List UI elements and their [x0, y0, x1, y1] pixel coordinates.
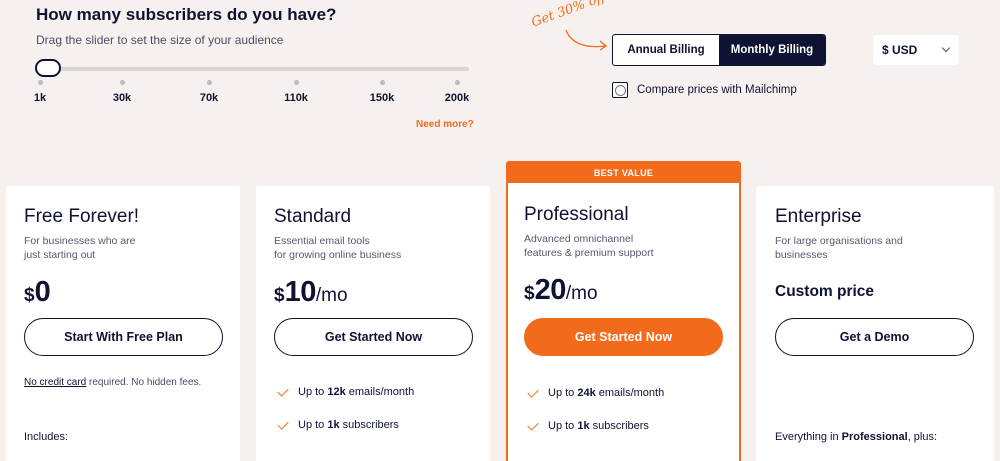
- plan-title: Free Forever!: [24, 206, 140, 227]
- slider-tick-dot: [380, 80, 385, 85]
- compare-mailchimp-label[interactable]: Compare prices with Mailchimp: [637, 84, 797, 96]
- check-icon: [277, 384, 289, 397]
- annual-billing-option[interactable]: Annual Billing: [613, 35, 719, 65]
- promo-arrow-icon: [565, 29, 608, 51]
- slider-tick-dot: [455, 80, 460, 85]
- plan-description: For large organisations and businesses: [775, 235, 903, 261]
- plan-price: $0: [24, 276, 51, 308]
- plan-feature: Up to 12k emails/month: [277, 384, 414, 398]
- billing-toggle[interactable]: Annual Billing Monthly Billing: [612, 34, 826, 66]
- slider-tick-label: 200k: [444, 92, 470, 104]
- plan-title: Enterprise: [775, 206, 862, 227]
- slider-tick-dot: [207, 80, 212, 85]
- slider-tick-label: 110k: [284, 92, 308, 104]
- slider-tick-label: 1k: [33, 92, 47, 104]
- chevron-down-icon: [941, 43, 951, 53]
- plan-price: $10/mo: [274, 276, 348, 308]
- subscribers-heading: How many subscribers do you have?: [36, 5, 337, 24]
- no-credit-card-link[interactable]: No credit card: [24, 377, 86, 388]
- slider-tick-label: 70k: [199, 92, 219, 104]
- includes-heading: Everything in Professional, plus:: [775, 431, 938, 443]
- plan-description: For businesses who are just starting out: [24, 235, 136, 261]
- get-started-standard-button[interactable]: Get Started Now: [274, 318, 473, 356]
- compare-mailchimp-checkbox[interactable]: [612, 82, 628, 98]
- custom-price-label: Custom price: [775, 283, 875, 300]
- get-a-demo-button[interactable]: Get a Demo: [775, 318, 974, 356]
- subscriber-slider-track[interactable]: [40, 67, 469, 71]
- plan-feature: Up to 1k subscribers: [527, 418, 649, 432]
- slider-tick-dot: [294, 80, 299, 85]
- check-icon: [527, 418, 539, 431]
- plan-description: Essential email tools for growing online…: [274, 235, 402, 261]
- slider-tick-label: 150k: [369, 92, 395, 104]
- check-icon: [527, 385, 539, 398]
- plan-feature: Up to 24k emails/month: [527, 385, 664, 399]
- plan-title: Professional: [524, 204, 629, 225]
- includes-heading: Includes:: [24, 431, 69, 443]
- currency-select[interactable]: $ USD: [873, 35, 959, 65]
- check-icon: [277, 417, 289, 430]
- slider-tick-dot: [38, 80, 43, 85]
- plan-feature: Up to 1k subscribers: [277, 417, 399, 431]
- currency-value: $ USD: [882, 43, 918, 57]
- slider-instructions: Drag the slider to set the size of your …: [36, 33, 284, 47]
- no-credit-card-note: No credit card required. No hidden fees.: [24, 377, 202, 388]
- slider-tick-label: 30k: [112, 92, 132, 104]
- plan-price: $20/mo: [524, 274, 598, 306]
- plan-description: Advanced omnichannel features & premium …: [524, 233, 654, 259]
- subscriber-slider-thumb[interactable]: [35, 59, 61, 77]
- get-started-professional-button[interactable]: Get Started Now: [524, 318, 723, 356]
- need-more-link[interactable]: Need more?: [416, 119, 474, 130]
- monthly-billing-option[interactable]: Monthly Billing: [719, 35, 825, 65]
- slider-tick-dot: [120, 80, 125, 85]
- best-value-badge: BEST VALUE: [506, 161, 741, 185]
- plan-title: Standard: [274, 206, 352, 227]
- start-free-plan-button[interactable]: Start With Free Plan: [24, 318, 223, 356]
